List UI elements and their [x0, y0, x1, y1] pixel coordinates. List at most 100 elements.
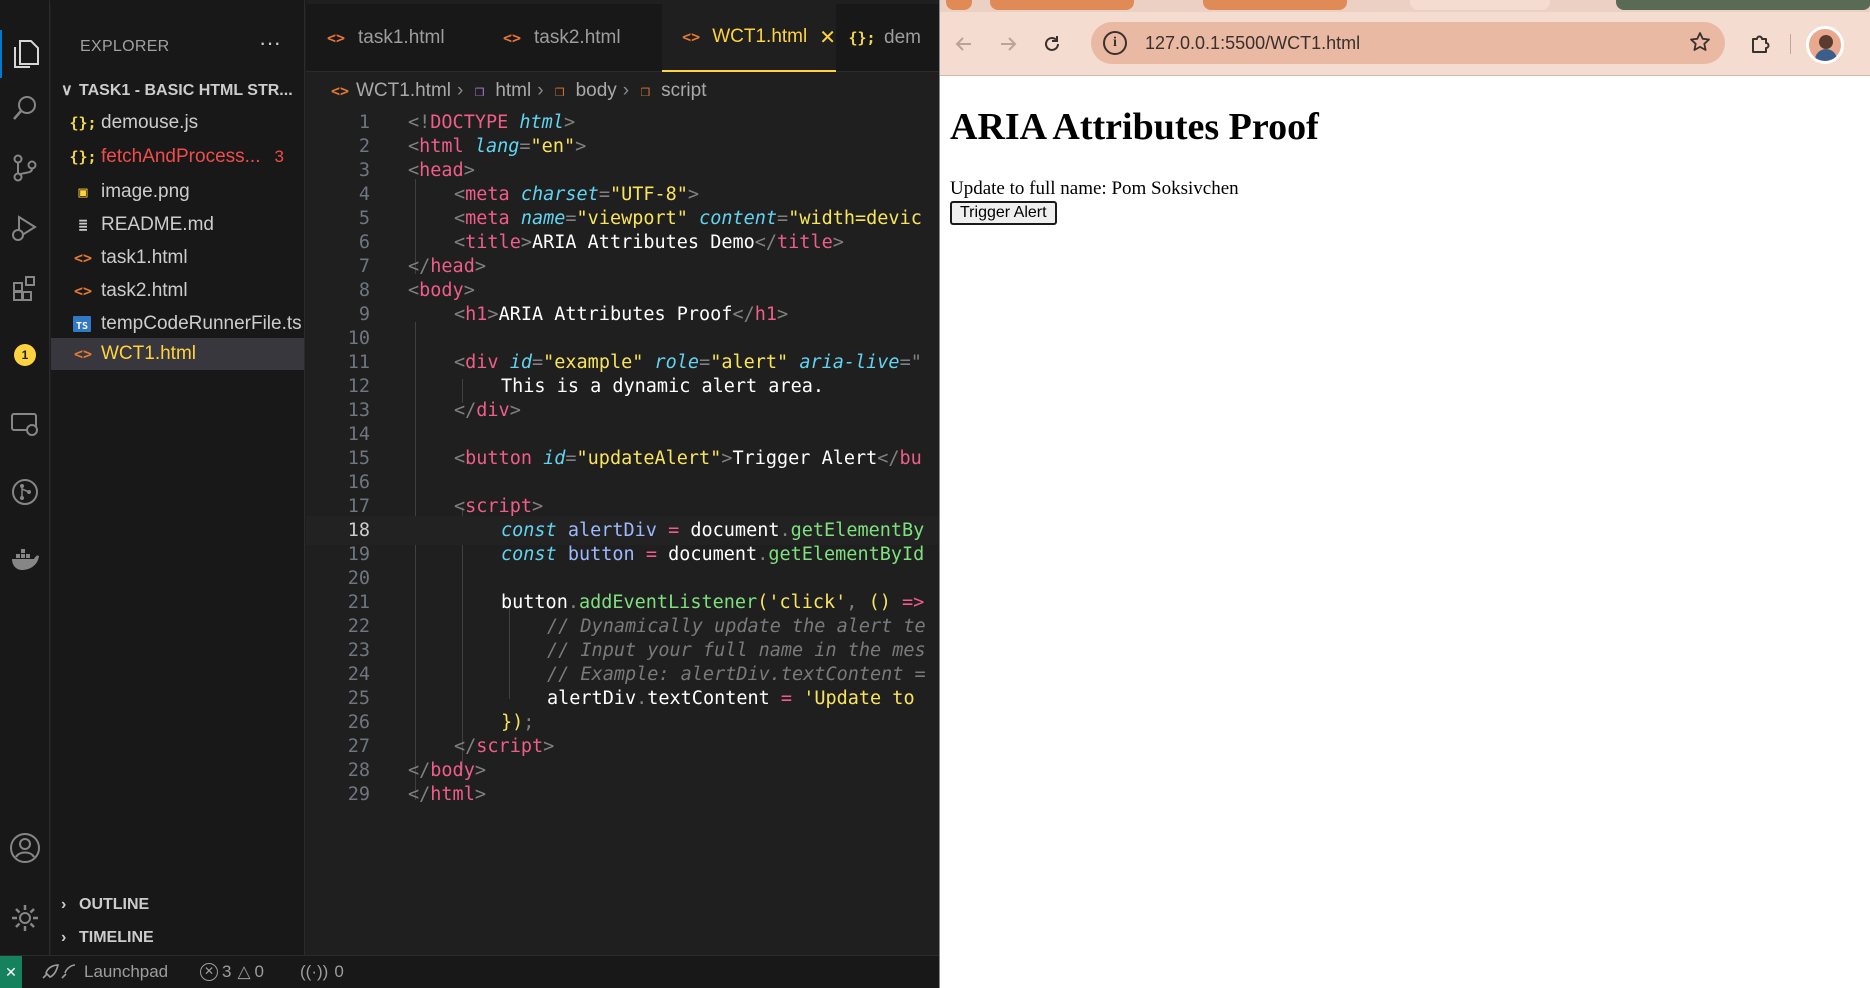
browser-tab[interactable]	[990, 0, 1134, 10]
breadcrumb-item-html[interactable]: html	[495, 80, 531, 102]
line-number: 10	[347, 327, 370, 349]
tab-demouse[interactable]: {}; dem	[836, 4, 939, 72]
breadcrumb-item-script[interactable]: script	[661, 80, 706, 102]
bookmark-star-icon[interactable]	[1689, 31, 1711, 53]
line-number: 21	[347, 591, 370, 613]
launchpad-status[interactable]: Launchpad	[40, 956, 168, 988]
workspace-folder-header[interactable]: ∨ TASK1 - BASIC HTML STR...	[61, 80, 293, 100]
browser-window: i 127.0.0.1:5500/WCT1.html ARIA Attribut…	[939, 0, 1870, 988]
line-number: 18	[347, 519, 370, 541]
vscode-window: 1 EXPLORER ··· ∨ TASK1 - BASIC HTML STR..…	[0, 0, 939, 988]
breadcrumb-item-file[interactable]: WCT1.html	[356, 80, 451, 102]
element-icon: ❒	[640, 82, 650, 100]
file-item-image[interactable]: ▣ image.png	[51, 176, 304, 208]
ts-file-icon: TS	[73, 316, 91, 332]
line-number: 29	[347, 783, 370, 805]
docker-icon[interactable]	[0, 536, 50, 584]
tab-wct1[interactable]: <> WCT1.html ✕	[662, 4, 836, 72]
line-number: 8	[358, 279, 370, 301]
code-text: </div>	[454, 399, 521, 421]
extensions-puzzle-icon[interactable]	[1743, 25, 1779, 61]
file-item-readme[interactable]: ≣ README.md	[51, 209, 304, 241]
git-graph-icon[interactable]	[0, 468, 50, 516]
remote-indicator-icon[interactable]: ✕	[0, 956, 22, 988]
file-name: tempCodeRunnerFile.ts	[101, 313, 302, 334]
accounts-icon[interactable]	[0, 824, 50, 872]
ports-count: 0	[334, 962, 344, 981]
problem-count-badge: 3	[274, 147, 284, 166]
explorer-title: EXPLORER	[80, 38, 170, 55]
tab-label: task1.html	[358, 27, 445, 48]
js-file-icon: {};	[848, 29, 876, 47]
browser-tab-active[interactable]	[1410, 0, 1550, 10]
close-icon[interactable]: ✕	[819, 25, 836, 50]
back-button[interactable]	[946, 26, 982, 62]
address-bar[interactable]: i 127.0.0.1:5500/WCT1.html	[1091, 22, 1725, 64]
line-number: 20	[347, 567, 370, 589]
tab-task2[interactable]: <> task2.html	[482, 4, 662, 72]
more-actions-icon[interactable]: ···	[259, 30, 281, 56]
chevron-right-icon: ›	[457, 80, 464, 101]
search-icon[interactable]	[0, 84, 50, 132]
settings-gear-icon[interactable]	[0, 894, 50, 942]
line-number: 3	[358, 159, 370, 181]
timeline-section-header[interactable]: › TIMELINE	[61, 929, 154, 947]
code-text: <html lang="en">	[408, 135, 587, 157]
chevron-right-icon: ›	[537, 80, 544, 101]
code-text: <h1>ARIA Attributes Proof</h1>	[454, 303, 789, 325]
html-file-icon: <>	[326, 29, 346, 47]
alert-region: Update to full name: Pom Soksivchen	[950, 178, 1239, 199]
code-comment: // Example: alertDiv.textContent =	[547, 663, 926, 685]
file-item-task1[interactable]: <> task1.html	[51, 242, 304, 274]
chevron-right-icon: ›	[61, 929, 67, 946]
profile-avatar[interactable]	[1806, 26, 1844, 64]
html-file-icon: <>	[73, 345, 93, 363]
ports-status[interactable]: ((·)) 0	[300, 956, 344, 988]
remote-explorer-icon[interactable]	[0, 400, 50, 448]
breadcrumb: <> WCT1.html › ❒ html › ❒ body › ❒ scrip…	[330, 78, 707, 104]
chevron-right-icon: ›	[61, 896, 67, 913]
run-debug-icon[interactable]	[0, 204, 50, 252]
rocket-icon	[40, 963, 76, 981]
line-number: 9	[358, 303, 370, 325]
line-number: 12	[347, 375, 370, 397]
avatar-head	[1819, 35, 1833, 49]
browser-tab[interactable]	[1616, 0, 1870, 10]
code-editor[interactable]: 1 <!DOCTYPE html> 2 <html lang="en"> 3 <…	[306, 108, 939, 948]
file-item-fetchandprocess[interactable]: {}; fetchAndProcess... 3	[51, 141, 304, 173]
error-icon: ✕	[200, 963, 218, 981]
js-file-icon: {};	[69, 148, 97, 166]
line-number: 7	[358, 255, 370, 277]
problems-status[interactable]: ✕ 3 △ 0	[200, 956, 264, 988]
trigger-alert-button[interactable]: Trigger Alert	[950, 201, 1057, 225]
line-number: 6	[358, 231, 370, 253]
line-number: 13	[347, 399, 370, 421]
reload-button[interactable]	[1034, 26, 1070, 62]
warning-count: 0	[254, 962, 265, 981]
url-text[interactable]: 127.0.0.1:5500/WCT1.html	[1145, 33, 1360, 54]
explorer-icon[interactable]	[0, 30, 50, 78]
forward-button[interactable]	[990, 26, 1026, 62]
tab-task1[interactable]: <> task1.html	[306, 4, 482, 72]
file-item-task2[interactable]: <> task2.html	[51, 275, 304, 307]
code-text: <button id="updateAlert">Trigger Alert</…	[454, 447, 922, 469]
file-item-wct1[interactable]: <> WCT1.html	[51, 338, 304, 370]
line-number: 4	[358, 183, 370, 205]
file-item-demouse[interactable]: {}; demouse.js	[51, 107, 304, 139]
file-name: WCT1.html	[101, 343, 196, 364]
breadcrumb-item-body[interactable]: body	[576, 80, 617, 102]
html-file-icon: <>	[330, 82, 350, 100]
code-text: alertDiv.textContent = 'Update to	[547, 687, 915, 709]
file-item-tempcoderunner[interactable]: TS tempCodeRunnerFile.ts	[51, 308, 304, 340]
extensions-icon[interactable]	[0, 264, 50, 312]
source-control-icon[interactable]	[0, 144, 50, 192]
browser-tab[interactable]	[1203, 0, 1347, 10]
line-number: 11	[347, 351, 370, 373]
outline-section-header[interactable]: › OUTLINE	[61, 896, 149, 914]
line-number: 14	[347, 423, 370, 445]
site-info-icon[interactable]: i	[1103, 31, 1127, 55]
browser-toolbar: i 127.0.0.1:5500/WCT1.html	[940, 12, 1870, 76]
file-name: README.md	[101, 214, 214, 235]
outline-label: OUTLINE	[79, 896, 150, 913]
browser-tab[interactable]	[946, 0, 972, 10]
